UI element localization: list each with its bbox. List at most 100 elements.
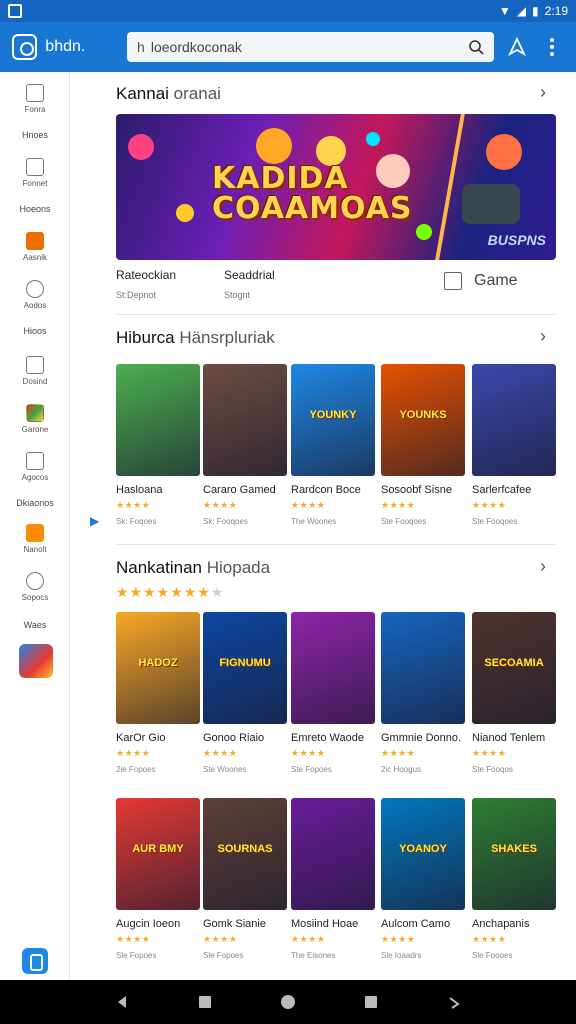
game-title[interactable]: Sosoobf Sisne — [381, 484, 465, 496]
game-thumbnail[interactable]: FIGNUMU — [203, 612, 287, 724]
game-title[interactable]: Gomk Sianie — [203, 918, 287, 930]
game-title[interactable]: Sarlerfcafee — [472, 484, 556, 496]
game-card[interactable]: FIGNUMU Gonoo Riaio ★★★★ Ste Woones — [203, 612, 287, 774]
game-card[interactable]: YOUNKS Sosoobf Sisne ★★★★ Ste Fooqoes — [381, 364, 465, 526]
banner-info-title[interactable]: Rateockian — [116, 268, 176, 282]
sidebar-item-8[interactable]: Sopocs — [0, 572, 70, 602]
game-subtitle: Ste Fooqoes — [381, 517, 427, 526]
app-logo-icon[interactable] — [12, 34, 38, 60]
game-thumbnail[interactable]: YOUNKS — [381, 364, 465, 476]
game-title[interactable]: Hasloana — [116, 484, 200, 496]
game-icon — [26, 404, 44, 422]
more-options-icon[interactable] — [541, 35, 564, 59]
banner-title: KADIDA COAAMOAS — [212, 161, 413, 226]
recents-icon[interactable] — [363, 994, 379, 1010]
thumbnail-label: YOUNKY — [309, 408, 357, 421]
featured-banner[interactable]: KADIDA COAAMOAS BUSPNS — [116, 114, 556, 260]
game-card[interactable]: YOANOY Aulcom Camo ★★★★ Sle Ioaadrs — [381, 798, 465, 960]
sidebar-item-6[interactable]: Agocos — [0, 452, 70, 482]
game-card[interactable]: AUR BMY Augcin Ioeon ★★★★ Sle Fopoes — [116, 798, 200, 960]
game-thumbnail[interactable] — [203, 364, 287, 476]
sidebar-item-label: Sopocs — [21, 593, 49, 602]
rotate-icon[interactable] — [446, 994, 462, 1010]
game-title[interactable]: Emreto Waode — [291, 732, 375, 744]
sidebar-heading: Dkiaonos — [16, 498, 54, 508]
game-thumbnail[interactable]: SECOAMIA — [472, 612, 556, 724]
sidebar-heading: Hioos — [23, 326, 47, 336]
popular-section-title: Hiburca Hänsrpluriak — [116, 328, 275, 348]
notification-icon — [8, 4, 22, 18]
game-card[interactable]: Hasloana ★★★★ Sk: Foqoes — [116, 364, 200, 526]
game-title[interactable]: Gonoo Riaio — [203, 732, 287, 744]
game-link[interactable]: Game — [444, 272, 518, 290]
chevron-right-icon[interactable]: › — [540, 556, 546, 577]
recommended-section-title: Nankatinan Hiopada — [116, 558, 270, 578]
game-thumbnail[interactable] — [116, 364, 200, 476]
game-thumbnail[interactable]: SOURNAS — [203, 798, 287, 910]
game-card[interactable]: Mosiind Hoae ★★★★ The Eisones — [291, 798, 375, 960]
game-thumbnail[interactable]: SHAKES — [472, 798, 556, 910]
calendar-icon — [26, 356, 44, 374]
game-title[interactable]: Rardcon Boce — [291, 484, 375, 496]
banner-info-sub: St:Depnot — [116, 290, 157, 300]
game-subtitle: Ste Fooqos — [472, 765, 513, 774]
game-thumbnail[interactable] — [472, 364, 556, 476]
game-link-label: Game — [474, 272, 518, 289]
section-title-light: oranai — [173, 84, 221, 103]
search-icon[interactable] — [468, 39, 484, 55]
game-thumbnail[interactable] — [291, 798, 375, 910]
game-card[interactable]: YOUNKY Rardcon Boce ★★★★ The Woones — [291, 364, 375, 526]
sidebar-app-icon[interactable] — [22, 948, 48, 974]
game-card[interactable]: SOURNAS Gomk Sianie ★★★★ Sle Fopoes — [203, 798, 287, 960]
game-title[interactable]: Nianod Tenlem — [472, 732, 556, 744]
game-rating: ★★★★ — [291, 934, 326, 944]
game-card[interactable]: SECOAMIA Nianod Tenlem ★★★★ Ste Fooqos — [472, 612, 556, 774]
game-title[interactable]: Anchapanis — [472, 918, 556, 930]
game-subtitle: Sle Fopoes — [203, 951, 244, 960]
search-prefix: h — [137, 39, 145, 55]
game-thumbnail[interactable] — [291, 612, 375, 724]
section-title-bold: Kannai — [116, 84, 169, 103]
sidebar-item-3[interactable]: Aodos — [0, 280, 70, 310]
game-title[interactable]: Aulcom Camo — [381, 918, 465, 930]
sidebar-item-1[interactable]: Fonnet — [0, 158, 70, 188]
game-title[interactable]: KarOr Gio — [116, 732, 200, 744]
sidebar-item-5[interactable]: Garone — [0, 404, 70, 434]
game-thumbnail[interactable]: AUR BMY — [116, 798, 200, 910]
back-icon[interactable] — [114, 994, 130, 1010]
game-card[interactable]: SHAKES Anchapanis ★★★★ Sle Foooes — [472, 798, 556, 960]
sidebar-item-4[interactable]: Dosind — [0, 356, 70, 386]
game-thumbnail[interactable] — [381, 612, 465, 724]
game-rating: ★★★★ — [203, 500, 238, 510]
chevron-right-icon[interactable]: › — [540, 82, 546, 103]
square-icon[interactable] — [197, 994, 213, 1010]
game-title[interactable]: Gmmnie Donno. — [381, 732, 465, 744]
game-title[interactable]: Augcin Ioeon — [116, 918, 200, 930]
sidebar-item-2[interactable]: Aasnik — [0, 232, 70, 262]
game-subtitle: Sle Foooes — [472, 951, 513, 960]
game-card[interactable]: HADOZ KarOr Gio ★★★★ 2ie Fopoes — [116, 612, 200, 774]
game-thumbnail[interactable]: YOANOY — [381, 798, 465, 910]
game-title[interactable]: Cararo Gamed — [203, 484, 287, 496]
game-card[interactable]: Gmmnie Donno. ★★★★ 2ic Hoogus — [381, 612, 465, 774]
banner-info-title[interactable]: Seaddrial — [224, 268, 275, 282]
game-thumbnail[interactable]: HADOZ — [116, 612, 200, 724]
game-thumbnail[interactable]: YOUNKY — [291, 364, 375, 476]
game-title[interactable]: Mosiind Hoae — [291, 918, 375, 930]
game-card[interactable]: Cararo Gamed ★★★★ Sk: Fooqoes — [203, 364, 287, 526]
home-icon[interactable] — [280, 994, 296, 1010]
game-subtitle: Sle Ioaadrs — [381, 951, 422, 960]
leaf-icon — [26, 280, 44, 298]
profile-icon[interactable] — [506, 35, 529, 59]
sidebar-game-thumbnail[interactable] — [19, 644, 53, 678]
status-icons: ▼ ◢ ▮ 2:19 — [499, 4, 568, 18]
game-card[interactable]: Emreto Waode ★★★★ Ste Fopoes — [291, 612, 375, 774]
chevron-right-icon[interactable]: › — [540, 326, 546, 347]
sidebar-item-label: Fonra — [24, 105, 46, 114]
search-bar[interactable]: h loeordkoconak — [127, 32, 494, 62]
sidebar-item-7[interactable]: Nanolt — [0, 524, 70, 554]
search-input[interactable]: loeordkoconak — [151, 39, 468, 55]
sidebar-item-0[interactable]: Fonra — [0, 84, 70, 114]
game-card[interactable]: Sarlerfcafee ★★★★ Ste Fooqoes — [472, 364, 556, 526]
game-rating: ★★★★ — [291, 748, 326, 758]
